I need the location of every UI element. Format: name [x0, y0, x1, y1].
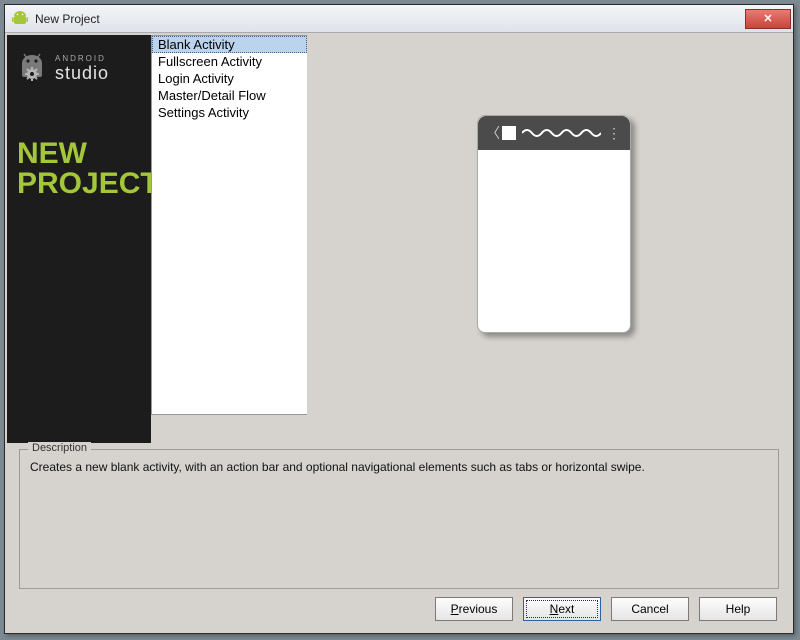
- sidebar-title: NEW PROJECT: [17, 139, 141, 199]
- previous-button[interactable]: Previous: [435, 597, 513, 621]
- client-area: ANDROID studio NEW PROJECT Blank Activit…: [5, 33, 793, 633]
- overflow-menu-icon: ⋮: [607, 125, 622, 142]
- close-button[interactable]: [745, 9, 791, 29]
- window-buttons: [746, 9, 791, 29]
- title-wave-icon: [522, 127, 601, 139]
- brand-big: studio: [55, 63, 109, 84]
- cancel-button[interactable]: Cancel: [611, 597, 689, 621]
- android-icon: [15, 51, 49, 85]
- sidebar-title-line2: PROJECT: [17, 169, 141, 199]
- help-button[interactable]: Help: [699, 597, 777, 621]
- description-text: Creates a new blank activity, with an ac…: [30, 460, 768, 474]
- wizard-button-bar: Previous Next Cancel Help: [7, 589, 791, 631]
- previous-rest: revious: [459, 602, 498, 616]
- phone-preview: 〈 ⋮: [477, 115, 631, 333]
- title-bar: New Project: [5, 5, 793, 33]
- window-title: New Project: [35, 12, 100, 26]
- activity-template-item[interactable]: Login Activity: [152, 70, 307, 87]
- activity-preview-area: 〈 ⋮: [307, 35, 791, 443]
- app-icon: [502, 126, 516, 140]
- brand-small: ANDROID: [55, 54, 109, 63]
- main-row: ANDROID studio NEW PROJECT Blank Activit…: [7, 35, 791, 443]
- activity-template-item[interactable]: Master/Detail Flow: [152, 87, 307, 104]
- brand-text: ANDROID studio: [55, 54, 109, 84]
- description-legend: Description: [28, 442, 91, 454]
- brand: ANDROID studio: [15, 51, 143, 85]
- wizard-sidebar: ANDROID studio NEW PROJECT: [7, 35, 151, 443]
- description-group: Description Creates a new blank activity…: [19, 449, 779, 589]
- activity-template-item[interactable]: Blank Activity: [152, 36, 307, 53]
- cancel-label: Cancel: [631, 602, 668, 616]
- help-label: Help: [726, 602, 751, 616]
- activity-template-list[interactable]: Blank ActivityFullscreen ActivityLogin A…: [151, 35, 307, 415]
- previous-mnemonic: P: [451, 602, 459, 616]
- next-rest: ext: [558, 602, 574, 616]
- back-icon: 〈: [486, 123, 500, 143]
- next-button[interactable]: Next: [523, 597, 601, 621]
- dialog-window: New Project: [4, 4, 794, 634]
- activity-template-item[interactable]: Fullscreen Activity: [152, 53, 307, 70]
- activity-template-item[interactable]: Settings Activity: [152, 104, 307, 121]
- phone-action-bar: 〈 ⋮: [478, 116, 630, 150]
- sidebar-title-line1: NEW: [17, 139, 141, 169]
- android-studio-icon: [11, 10, 29, 28]
